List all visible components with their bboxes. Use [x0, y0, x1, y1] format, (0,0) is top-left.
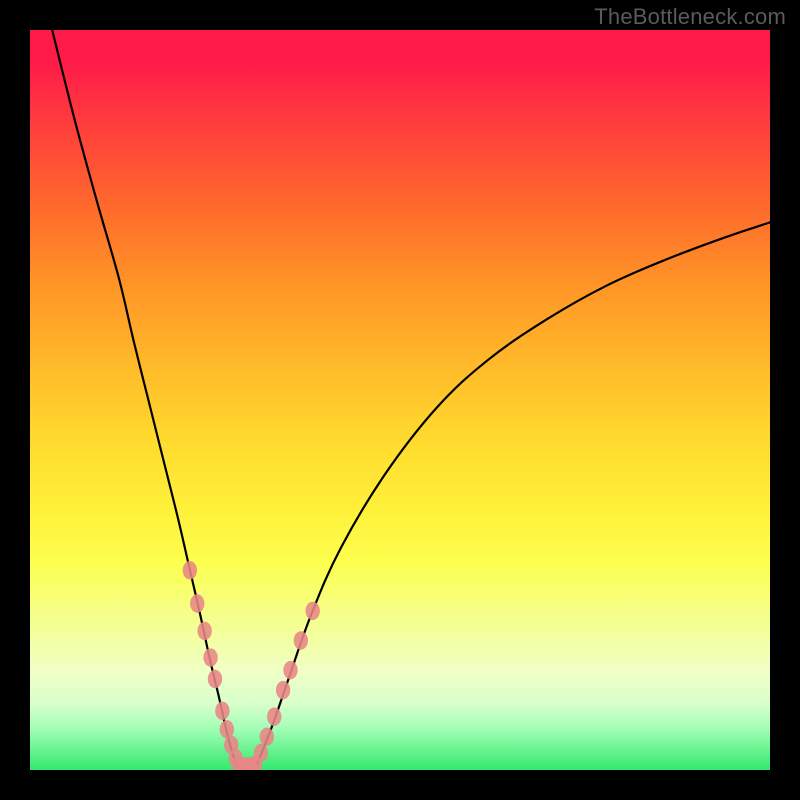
data-point	[254, 744, 268, 762]
series-right-curve	[256, 222, 770, 766]
data-point	[276, 681, 290, 699]
data-point	[190, 594, 204, 612]
data-point	[267, 708, 281, 726]
data-point	[260, 728, 274, 746]
data-point	[197, 622, 211, 640]
watermark-text: TheBottleneck.com	[594, 4, 786, 30]
chart-svg	[30, 30, 770, 770]
data-point	[215, 702, 229, 720]
plot-area	[30, 30, 770, 770]
data-point	[305, 602, 319, 620]
chart-container: TheBottleneck.com	[0, 0, 800, 800]
data-point	[283, 661, 297, 679]
data-point	[203, 648, 217, 666]
data-point	[294, 631, 308, 649]
data-point	[208, 670, 222, 688]
data-point	[183, 561, 197, 579]
